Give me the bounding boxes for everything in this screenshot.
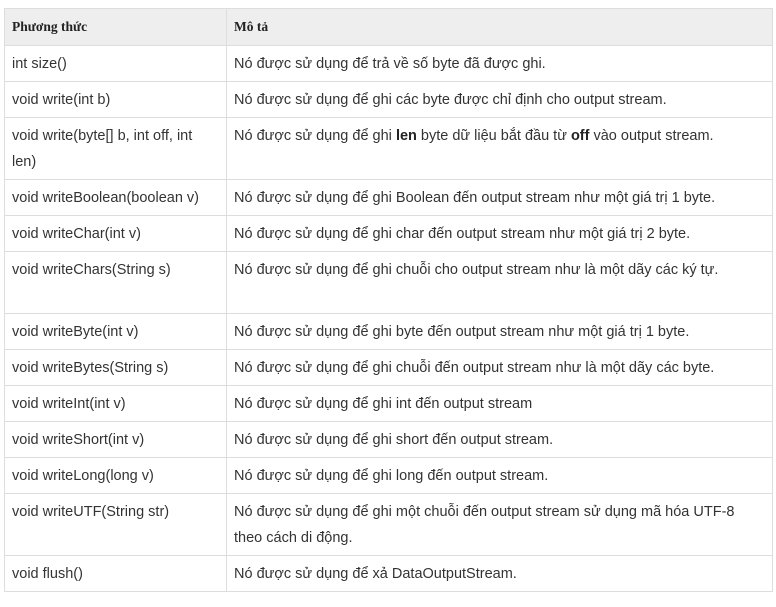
method-cell: void writeLong(long v) (4, 457, 227, 494)
description-cell: Nó được sử dụng để ghi chuỗi cho output … (226, 251, 773, 314)
table-row: void writeInt(int v) Nó được sử dụng để … (4, 385, 773, 422)
description-cell: Nó được sử dụng để trả về số byte đã đượ… (226, 45, 773, 82)
description-cell: Nó được sử dụng để ghi len byte dữ liệu … (226, 117, 773, 180)
table-row: void writeByte(int v) Nó được sử dụng để… (4, 313, 773, 350)
description-cell: Nó được sử dụng để ghi Boolean đến outpu… (226, 179, 773, 216)
table-row: int size() Nó được sử dụng để trả về số … (4, 45, 773, 82)
method-cell: void writeChars(String s) (4, 251, 227, 314)
description-text: Nó được sử dụng để ghi (234, 128, 396, 144)
description-cell: Nó được sử dụng để ghi char đến output s… (226, 215, 773, 252)
table-row: void writeChars(String s) Nó được sử dụn… (4, 251, 773, 314)
column-header-description: Mô tả (226, 8, 773, 46)
method-cell: void writeInt(int v) (4, 385, 227, 422)
method-cell: void writeUTF(String str) (4, 493, 227, 556)
method-cell: int size() (4, 45, 227, 82)
method-table: Phương thức Mô tả int size() Nó được sử … (4, 8, 773, 592)
method-cell: void writeShort(int v) (4, 421, 227, 458)
column-header-method: Phương thức (4, 8, 227, 46)
description-text: byte dữ liệu bắt đầu từ (416, 128, 571, 144)
method-cell: void flush() (4, 555, 227, 592)
method-cell: void write(byte[] b, int off, int len) (4, 117, 227, 180)
method-cell: void writeBoolean(boolean v) (4, 179, 227, 216)
description-cell: Nó được sử dụng để ghi short đến output … (226, 421, 773, 458)
table-row: void writeUTF(String str) Nó được sử dụn… (4, 493, 773, 556)
method-cell: void writeByte(int v) (4, 313, 227, 350)
table-row: void writeLong(long v) Nó được sử dụng đ… (4, 457, 773, 494)
table-row: void writeBoolean(boolean v) Nó được sử … (4, 179, 773, 216)
description-text: vào output stream. (589, 128, 714, 144)
table-row: void write(int b) Nó được sử dụng để ghi… (4, 81, 773, 118)
method-cell: void write(int b) (4, 81, 227, 118)
page: Phương thức Mô tả int size() Nó được sử … (0, 0, 776, 607)
table-row: void write(byte[] b, int off, int len) N… (4, 117, 773, 180)
table-row: void writeBytes(String s) Nó được sử dụn… (4, 349, 773, 386)
description-cell: Nó được sử dụng để ghi các byte được chỉ… (226, 81, 773, 118)
description-cell: Nó được sử dụng để ghi int đến output st… (226, 385, 773, 422)
method-cell: void writeBytes(String s) (4, 349, 227, 386)
table-row: void writeShort(int v) Nó được sử dụng đ… (4, 421, 773, 458)
description-cell: Nó được sử dụng để ghi chuỗi đến output … (226, 349, 773, 386)
description-param-off: off (570, 128, 590, 144)
description-cell: Nó được sử dụng để ghi một chuỗi đến out… (226, 493, 773, 556)
method-cell: void writeChar(int v) (4, 215, 227, 252)
description-param-len: len (395, 128, 417, 144)
table-header-row: Phương thức Mô tả (4, 8, 773, 46)
table-row: void flush() Nó được sử dụng để xả DataO… (4, 555, 773, 592)
description-cell: Nó được sử dụng để ghi long đến output s… (226, 457, 773, 494)
table-row: void writeChar(int v) Nó được sử dụng để… (4, 215, 773, 252)
description-cell: Nó được sử dụng để xả DataOutputStream. (226, 555, 773, 592)
description-cell: Nó được sử dụng để ghi byte đến output s… (226, 313, 773, 350)
